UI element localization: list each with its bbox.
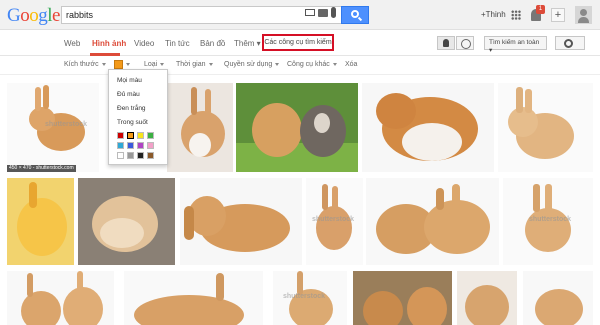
caret-down-icon xyxy=(332,62,337,66)
caret-down-icon xyxy=(101,62,106,66)
watermark: shutterstock xyxy=(283,293,326,300)
watermark: shutterstock xyxy=(529,216,572,223)
color-swatch-option[interactable] xyxy=(137,132,144,139)
search-button[interactable] xyxy=(341,6,369,24)
safe-search-dropdown[interactable]: Tìm kiếm an toàn ▾ xyxy=(484,36,547,54)
tab-more[interactable]: Thêm ▾ xyxy=(234,39,261,48)
caret-down-icon xyxy=(160,62,165,66)
color-swatch-option[interactable] xyxy=(127,132,134,139)
filter-color[interactable] xyxy=(114,60,130,69)
tab-video[interactable]: Video xyxy=(134,39,154,48)
apps-grid-icon[interactable] xyxy=(511,10,521,20)
caret-down-icon xyxy=(126,63,130,66)
color-swatch-option[interactable] xyxy=(137,152,144,159)
notification-badge: 1 xyxy=(536,5,545,14)
image-caption: 450 × 470 - shutterstock.com xyxy=(7,165,76,172)
filter-size[interactable]: Kích thước xyxy=(64,61,106,68)
color-swatch-option[interactable] xyxy=(147,152,154,159)
image-result[interactable]: shutterstock 450 × 470 - shutterstock.co… xyxy=(7,83,99,172)
search-input[interactable]: rabbits xyxy=(61,6,344,24)
image-result[interactable] xyxy=(78,178,175,265)
filter-type[interactable]: Loại xyxy=(144,61,165,68)
tab-news[interactable]: Tin tức xyxy=(165,39,190,48)
image-result[interactable]: shutterstock xyxy=(306,178,363,265)
active-tab-indicator xyxy=(90,53,120,56)
image-result[interactable] xyxy=(353,271,452,325)
caret-down-icon xyxy=(275,62,280,66)
avatar[interactable] xyxy=(575,6,592,24)
image-result[interactable] xyxy=(523,271,593,325)
color-option-black-white[interactable]: Đen trắng xyxy=(117,105,146,112)
filter-usage-rights[interactable]: Quyền sử dụng xyxy=(224,61,280,68)
camera-icon[interactable] xyxy=(318,9,328,17)
color-swatch-option[interactable] xyxy=(117,142,124,149)
image-result[interactable]: shutterstock xyxy=(273,271,347,325)
tab-images[interactable]: Hình ảnh xyxy=(92,39,126,48)
color-swatch-option[interactable] xyxy=(127,142,134,149)
image-result[interactable]: shutterstock xyxy=(503,178,593,265)
caret-down-icon xyxy=(208,62,213,66)
color-option-full[interactable]: Đủ màu xyxy=(117,91,140,98)
color-swatch-option[interactable] xyxy=(117,152,124,159)
top-bar: Google rabbits +Thinh 1 + xyxy=(0,0,600,30)
image-result[interactable] xyxy=(7,178,74,265)
color-swatch-icon xyxy=(114,60,123,69)
color-option-any[interactable]: Mọi màu xyxy=(117,77,142,84)
image-result[interactable] xyxy=(124,271,263,325)
share-button[interactable]: + xyxy=(551,8,565,22)
filter-time[interactable]: Thời gian xyxy=(176,61,213,68)
color-swatch-option[interactable] xyxy=(147,132,154,139)
image-result[interactable] xyxy=(167,83,233,172)
user-profile-link[interactable]: +Thinh xyxy=(481,10,506,19)
image-result[interactable] xyxy=(180,178,302,265)
color-swatch-option[interactable] xyxy=(137,142,144,149)
watermark: shutterstock xyxy=(312,216,355,223)
image-result[interactable] xyxy=(457,271,517,325)
microphone-icon[interactable] xyxy=(331,7,336,18)
keyboard-icon[interactable] xyxy=(305,9,315,16)
image-result[interactable] xyxy=(362,83,494,172)
image-result[interactable] xyxy=(236,83,358,172)
globe-view-icon[interactable] xyxy=(456,36,474,50)
filter-clear[interactable]: Xóa xyxy=(345,61,357,68)
color-swatch-option[interactable] xyxy=(117,132,124,139)
search-tools-button[interactable]: Các công cụ tìm kiếm xyxy=(262,34,334,51)
color-swatch-option[interactable] xyxy=(127,152,134,159)
watermark: shutterstock xyxy=(45,121,88,128)
image-result[interactable] xyxy=(366,178,499,265)
color-dropdown-menu: Mọi màu Đủ màu Đen trắng Trong suốt xyxy=(108,69,168,165)
filter-more-tools[interactable]: Công cụ khác xyxy=(287,61,337,68)
gear-icon xyxy=(564,39,573,48)
person-view-icon[interactable] xyxy=(437,36,455,50)
image-result[interactable] xyxy=(498,83,593,172)
settings-button[interactable] xyxy=(555,36,585,50)
color-swatch-option[interactable] xyxy=(147,142,154,149)
image-result[interactable] xyxy=(7,271,114,325)
google-logo[interactable]: Google xyxy=(7,5,60,27)
color-option-transparent[interactable]: Trong suốt xyxy=(117,119,148,126)
tab-maps[interactable]: Bản đồ xyxy=(200,39,225,48)
tab-web[interactable]: Web xyxy=(64,39,80,48)
